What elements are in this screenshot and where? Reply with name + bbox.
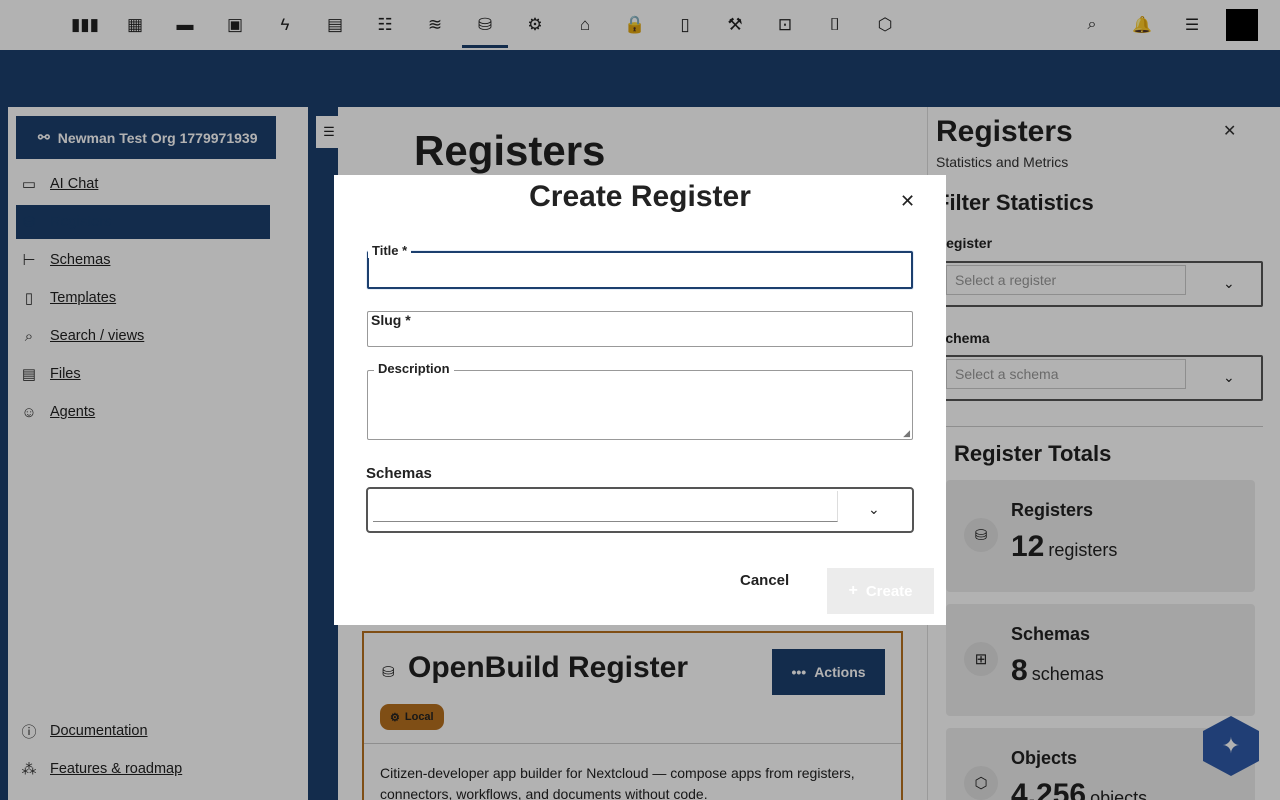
plus-icon: + (848, 582, 858, 599)
schemas-select-input[interactable] (373, 491, 838, 522)
create-button[interactable]: + Create (827, 568, 934, 614)
schemas-select[interactable]: ⌄ (366, 487, 914, 533)
resize-handle-icon[interactable]: ◢ (903, 428, 910, 439)
dialog-title: Create Register (529, 180, 751, 213)
chevron-down-icon[interactable]: ⌄ (868, 501, 880, 518)
slug-label: Slug * (371, 312, 411, 328)
create-label: Create (865, 582, 913, 600)
close-icon[interactable]: ✕ (900, 191, 915, 212)
schemas-label: Schemas (366, 465, 432, 482)
create-register-dialog: Create Register ✕ Title * Slug * ◢ Descr… (334, 175, 946, 625)
title-label: Title * (368, 243, 412, 258)
description-label: Description (374, 361, 454, 376)
title-field[interactable] (367, 251, 913, 289)
cancel-button[interactable]: Cancel (740, 572, 789, 589)
description-field[interactable]: ◢ (367, 370, 913, 440)
slug-field[interactable] (367, 311, 913, 347)
